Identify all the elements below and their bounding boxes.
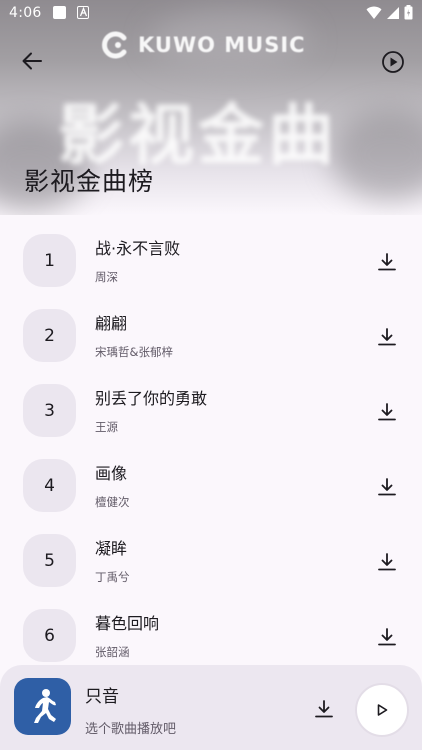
song-artist: 周深 <box>95 270 118 284</box>
download-icon <box>378 628 396 646</box>
download-button[interactable] <box>372 247 402 277</box>
download-icon <box>378 403 396 421</box>
song-artist: 王源 <box>95 420 118 434</box>
player-title: 只音 <box>85 687 119 707</box>
song-row[interactable]: 2 翩翩 宋瑀哲&张郁梓 <box>0 298 422 373</box>
download-button[interactable] <box>372 322 402 352</box>
banner-blur-shape <box>330 110 422 200</box>
wifi-icon <box>366 6 382 19</box>
signal-icon <box>387 6 399 19</box>
download-icon <box>378 253 396 271</box>
song-row[interactable]: 6 暮色回响 张韶涵 <box>0 598 422 673</box>
rank-badge: 1 <box>23 234 76 287</box>
download-button[interactable] <box>372 547 402 577</box>
rank-badge: 2 <box>23 309 76 362</box>
song-row[interactable]: 3 别丢了你的勇敢 王源 <box>0 373 422 448</box>
song-artist: 张韶涵 <box>95 645 130 659</box>
status-bar: 4:06 <box>0 0 422 28</box>
battery-icon <box>404 5 413 20</box>
song-row[interactable]: 4 画像 檀健次 <box>0 448 422 523</box>
player-subtitle: 选个歌曲播放吧 <box>85 722 177 737</box>
download-icon <box>378 553 396 571</box>
album-cover[interactable] <box>14 678 71 735</box>
rank-badge: 6 <box>23 609 76 662</box>
notification-a-icon <box>77 6 89 19</box>
back-button[interactable] <box>14 46 50 76</box>
song-row[interactable]: 1 战·永不言败 周深 <box>0 223 422 298</box>
player-play-button[interactable] <box>357 685 407 735</box>
status-time: 4:06 <box>9 5 42 21</box>
song-title: 翩翩 <box>95 314 128 333</box>
page-title: 影视金曲榜 <box>24 167 155 196</box>
download-button[interactable] <box>372 472 402 502</box>
song-artist: 檀健次 <box>95 495 130 509</box>
arrow-left-icon <box>22 52 42 70</box>
player-download-button[interactable] <box>309 694 339 724</box>
download-button[interactable] <box>372 622 402 652</box>
brand-name: KUWO MUSIC <box>138 33 306 57</box>
mini-player[interactable]: 只音 选个歌曲播放吧 <box>0 665 422 750</box>
song-title: 暮色回响 <box>95 614 160 633</box>
play-circle-icon <box>382 51 404 73</box>
song-title: 别丢了你的勇敢 <box>95 389 208 408</box>
song-artist: 宋瑀哲&张郁梓 <box>95 345 173 359</box>
rank-badge: 5 <box>23 534 76 587</box>
download-icon <box>315 700 333 718</box>
dancer-figure-icon <box>33 688 56 723</box>
kuwo-logo-icon <box>102 31 127 59</box>
download-icon <box>378 478 396 496</box>
play-all-button[interactable] <box>376 45 410 79</box>
download-button[interactable] <box>372 397 402 427</box>
a-glyph-icon <box>79 7 87 17</box>
rank-badge: 3 <box>23 384 76 437</box>
song-artist: 丁禹兮 <box>95 570 130 584</box>
rank-badge: 4 <box>23 459 76 512</box>
song-title: 战·永不言败 <box>95 239 181 258</box>
song-row[interactable]: 5 凝眸 丁禹兮 <box>0 523 422 598</box>
song-list: 1 战·永不言败 周深 2 翩翩 宋瑀哲&张郁梓 3 别丢了你的勇敢 王源 4 <box>0 223 422 673</box>
song-title: 凝眸 <box>95 539 128 558</box>
header-banner: 4:06 KUWO MUSIC 影视金曲 影视金曲榜 <box>0 0 422 215</box>
download-icon <box>378 328 396 346</box>
notification-icon <box>53 6 66 19</box>
song-title: 画像 <box>95 464 128 483</box>
kuwo-music-logo: KUWO MUSIC <box>102 30 306 60</box>
status-icons <box>366 5 413 20</box>
play-icon <box>377 704 388 716</box>
